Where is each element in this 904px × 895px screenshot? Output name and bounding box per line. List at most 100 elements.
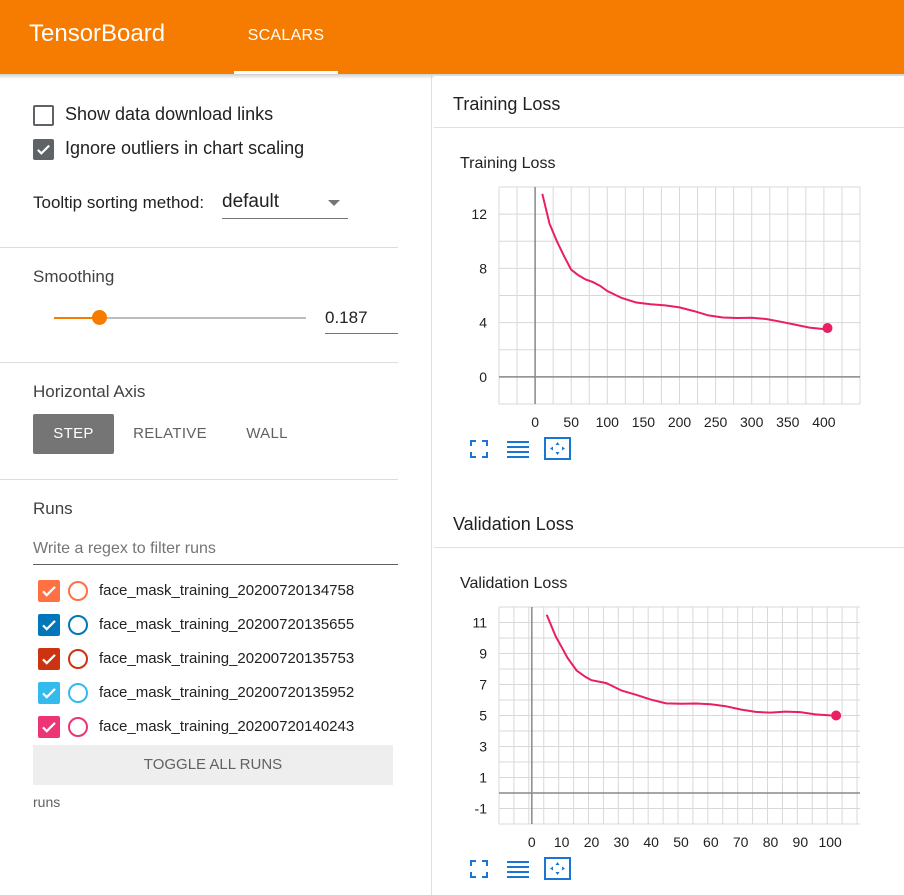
toggle-y-log-scale-icon[interactable] — [506, 860, 530, 878]
series-last-point[interactable] — [822, 323, 833, 334]
checkbox-checked[interactable] — [33, 139, 54, 160]
y-tick-label: 0 — [479, 369, 487, 385]
run-color-radio[interactable] — [68, 683, 88, 703]
run-checkbox[interactable] — [38, 580, 60, 602]
group-title: Validation Loss — [453, 514, 574, 534]
runs-title: Runs — [33, 499, 73, 518]
run-name: face_mask_training_20200720140243 — [99, 718, 355, 735]
run-item[interactable]: face_mask_training_20200720135952 — [38, 682, 418, 704]
x-tick-label: 200 — [668, 414, 692, 430]
chart-card-validation-loss: Validation Loss 0 10 20 30 40 50 60 70 80 90 100 -1… — [434, 549, 904, 895]
x-tick-label: 20 — [584, 834, 600, 850]
toggle-all-runs-button[interactable]: TOGGLE ALL RUNS — [33, 745, 393, 785]
axis-relative-button[interactable]: RELATIVE — [124, 414, 216, 454]
x-tick-label: 400 — [812, 414, 836, 430]
run-color-radio[interactable] — [68, 717, 88, 737]
run-item[interactable]: face_mask_training_20200720134758 — [38, 580, 418, 602]
y-tick-label: 3 — [479, 739, 487, 755]
x-tick-label: 100 — [596, 414, 620, 430]
divider — [0, 362, 398, 363]
y-tick-label: 4 — [479, 315, 487, 331]
group-header-training-loss[interactable]: Training Loss — [434, 76, 904, 128]
x-tick-label: 100 — [818, 834, 842, 850]
x-tick-label: 40 — [643, 834, 659, 850]
run-checkbox[interactable] — [38, 716, 60, 738]
smoothing-slider-knob[interactable] — [92, 310, 107, 325]
check-icon — [42, 688, 56, 699]
training-loss-chart[interactable]: 0 50 100 150 200 250 300 350 400 0 4 8 12 — [434, 129, 904, 494]
chart-card-training-loss: Training Loss 0 50 100 150 200 250 300 350 400 0 4… — [434, 129, 904, 494]
y-tick-label: 8 — [479, 260, 487, 276]
run-color-radio[interactable] — [68, 649, 88, 669]
group-title: Training Loss — [453, 94, 561, 114]
x-tick-label: 0 — [531, 414, 539, 430]
divider — [0, 479, 398, 480]
run-name: face_mask_training_20200720135753 — [99, 650, 355, 667]
run-checkbox[interactable] — [38, 614, 60, 636]
run-color-radio[interactable] — [68, 615, 88, 635]
x-tick-label: 50 — [563, 414, 579, 430]
smoothing-slider[interactable] — [54, 310, 306, 325]
run-item[interactable]: face_mask_training_20200720135655 — [38, 614, 418, 636]
group-header-validation-loss[interactable]: Validation Loss — [434, 496, 904, 548]
tooltip-sorting-value: default — [222, 191, 280, 212]
x-tick-label: 60 — [703, 834, 719, 850]
show-download-links-label: Show data download links — [65, 104, 274, 124]
y-tick-label: 11 — [472, 615, 487, 631]
check-icon — [37, 144, 50, 155]
x-tick-label: 90 — [793, 834, 809, 850]
axis-step-button[interactable]: STEP — [33, 414, 114, 454]
axis-wall-button[interactable]: WALL — [226, 414, 308, 454]
x-tick-label: 50 — [673, 834, 689, 850]
check-icon — [42, 620, 56, 631]
run-item[interactable]: face_mask_training_20200720140243 — [38, 716, 418, 738]
top-app-bar: TensorBoard SCALARS — [0, 0, 904, 74]
y-tick-label: 12 — [471, 206, 487, 222]
series-last-point[interactable] — [831, 710, 842, 721]
tooltip-sorting-dropdown[interactable]: default — [222, 188, 348, 219]
x-tick-label: 10 — [554, 834, 570, 850]
x-tick-label: 0 — [528, 834, 536, 850]
tab-scalars[interactable]: SCALARS — [234, 0, 338, 74]
run-item[interactable]: face_mask_training_20200720135753 — [38, 648, 418, 670]
horizontal-axis-title: Horizontal Axis — [33, 382, 146, 401]
x-tick-label: 30 — [614, 834, 630, 850]
smoothing-value-input[interactable]: 0.187 — [325, 304, 398, 334]
runs-footer: runs — [33, 794, 61, 810]
run-name: face_mask_training_20200720135655 — [99, 616, 355, 633]
fullscreen-icon[interactable] — [470, 860, 488, 878]
divider — [0, 247, 398, 248]
checkbox-unchecked[interactable] — [33, 105, 54, 126]
check-icon — [42, 586, 56, 597]
x-tick-label: 350 — [776, 414, 800, 430]
app-title: TensorBoard — [29, 20, 166, 47]
y-tick-label: 9 — [479, 646, 487, 662]
run-color-radio[interactable] — [68, 581, 88, 601]
y-tick-label: 1 — [479, 770, 487, 786]
x-tick-label: 250 — [704, 414, 728, 430]
check-icon — [42, 722, 56, 733]
validation-loss-chart[interactable]: 0 10 20 30 40 50 60 70 80 90 100 -1 1 3 5 7 9 11 — [434, 549, 904, 895]
toggle-y-log-scale-icon[interactable] — [506, 440, 530, 458]
run-checkbox[interactable] — [38, 682, 60, 704]
run-checkbox[interactable] — [38, 648, 60, 670]
tooltip-sorting-label: Tooltip sorting method: — [33, 193, 205, 212]
dropdown-arrow-icon — [328, 200, 340, 206]
run-name: face_mask_training_20200720135952 — [99, 684, 355, 701]
x-tick-label: 70 — [733, 834, 749, 850]
smoothing-title: Smoothing — [33, 267, 115, 286]
runs-filter-input[interactable]: Write a regex to filter runs — [33, 536, 398, 565]
fit-domain-icon[interactable] — [544, 857, 571, 880]
y-tick-label: 7 — [479, 677, 487, 693]
x-tick-label: 80 — [763, 834, 779, 850]
x-tick-label: 300 — [740, 414, 764, 430]
ignore-outliers-label: Ignore outliers in chart scaling — [65, 138, 305, 158]
x-tick-label: 150 — [632, 414, 656, 430]
y-tick-label: 5 — [479, 708, 487, 724]
fullscreen-icon[interactable] — [470, 440, 488, 458]
run-name: face_mask_training_20200720134758 — [99, 582, 355, 599]
fit-domain-icon[interactable] — [544, 437, 571, 460]
tab-scalars-label: SCALARS — [247, 27, 325, 44]
check-icon — [42, 654, 56, 665]
y-tick-label: -1 — [475, 801, 488, 817]
